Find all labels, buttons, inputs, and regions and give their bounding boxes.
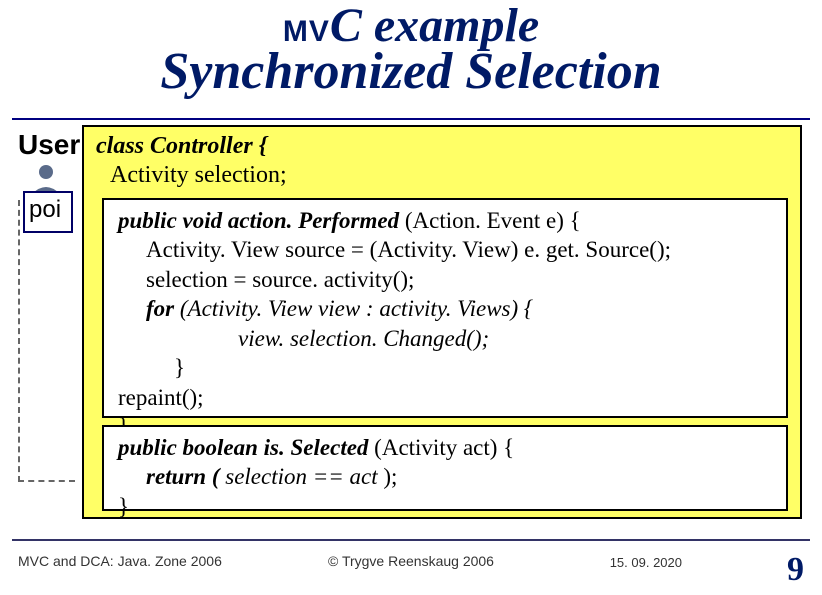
code-keyword: public boolean xyxy=(118,435,264,460)
title-block: MVC example Synchronized Selection xyxy=(0,0,822,98)
code-line: for (Activity. View view : activity. Vie… xyxy=(118,294,776,323)
slide: MVC example Synchronized Selection User … xyxy=(0,0,822,595)
code-params: (Activity act) { xyxy=(374,435,514,460)
code-params: (Action. Event e) { xyxy=(405,208,581,233)
code-keyword: for xyxy=(146,296,180,321)
code-line: return ( selection == act ); xyxy=(118,462,776,491)
class-box: class Controller { Activity selection; p… xyxy=(82,125,802,519)
method-actionperformed: public void action. Performed (Action. E… xyxy=(102,198,788,418)
code-keyword: public void xyxy=(118,208,228,233)
poi-box: poi xyxy=(23,191,73,233)
code-line: repaint(); xyxy=(118,385,204,410)
dashed-outline xyxy=(18,200,75,482)
field-declaration: Activity selection; xyxy=(110,162,790,189)
code-foreach: (Activity. View view : activity. Views) … xyxy=(180,296,533,321)
poi-text: poi xyxy=(29,196,61,223)
footer-date: 15. 09. 2020 xyxy=(610,555,682,570)
code-expr: selection == act xyxy=(225,464,383,489)
code-line: selection = source. activity(); xyxy=(118,265,776,294)
method-isselected: public boolean is. Selected (Activity ac… xyxy=(102,425,788,511)
code-keyword: return ( xyxy=(146,464,225,489)
method-name: action. Performed xyxy=(228,208,405,233)
page-number: 9 xyxy=(787,551,804,589)
user-label: User xyxy=(18,129,80,161)
code-line: Activity. View source = (Activity. View)… xyxy=(118,235,776,264)
code-text: ); xyxy=(383,464,397,489)
divider-bottom xyxy=(12,539,810,541)
title-subtitle: Synchronized Selection xyxy=(0,46,822,98)
divider-top xyxy=(12,118,810,120)
code-line: } xyxy=(118,353,776,382)
code-line: } xyxy=(118,494,129,519)
code-line: view. selection. Changed(); xyxy=(118,324,776,353)
method-name: is. Selected xyxy=(264,435,375,460)
footer: MVC and DCA: Java. Zone 2006 © Trygve Re… xyxy=(0,539,822,595)
class-declaration: class Controller { xyxy=(96,133,267,159)
class-header: class Controller { Activity selection; xyxy=(84,127,800,191)
footer-center: © Trygve Reenskaug 2006 xyxy=(0,553,822,569)
